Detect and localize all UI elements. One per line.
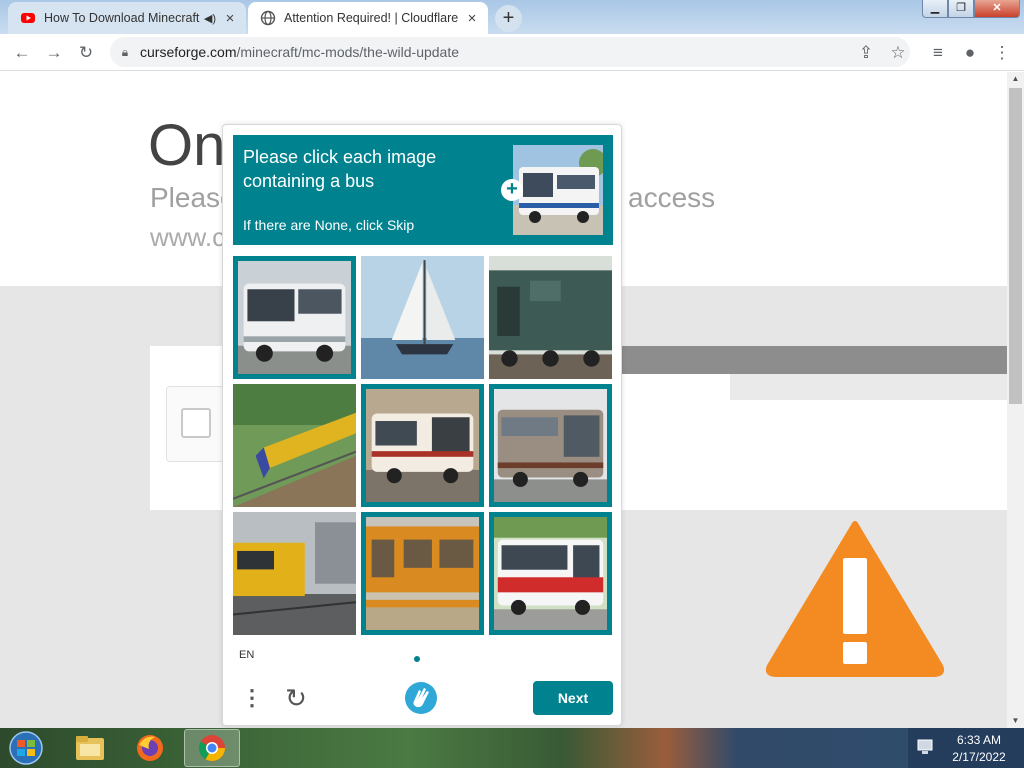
refresh-challenge-button[interactable]: ↻ [281,683,311,713]
train-image [489,256,612,379]
language-selector[interactable]: EN [239,649,254,661]
captcha-tile-bus[interactable] [489,384,612,507]
pagination-dot [414,656,420,662]
captcha-tile-bus[interactable] [489,512,612,635]
explorer-taskbar-button[interactable] [62,729,118,767]
captcha-tile-train[interactable] [233,512,356,635]
new-tab-button[interactable]: + [495,5,522,32]
url-path: /minecraft/mc-mods/the-wild-update [236,44,460,60]
bus-image [494,389,607,502]
next-button[interactable]: Next [533,681,613,715]
train-image [366,517,479,630]
bus-image [238,261,351,374]
browser-toolbar: ← → ↻ 🔒︎ curseforge.com /minecraft/mc-mo… [0,34,1024,71]
restore-button[interactable]: ❐ [948,0,974,18]
bus-image [366,389,479,502]
train-image [233,512,356,635]
scroll-thumb[interactable] [1009,88,1022,404]
challenge-bar-shadow [730,374,1007,400]
firefox-taskbar-button[interactable] [122,729,178,767]
page-scrollbar[interactable]: ▲ ▼ [1007,72,1024,728]
captcha-tile-bus[interactable] [361,384,484,507]
back-icon[interactable]: ← [10,41,34,65]
taskbar [0,728,1024,768]
sailboat-image [361,256,484,379]
hcaptcha-logo-icon [405,682,437,714]
browser-titlebar: How To Download Minecraft ◀) × Attention… [0,0,1024,34]
star-icon[interactable]: ☆ [886,41,910,65]
challenge-checkbox[interactable] [181,408,211,438]
prompt-title: Please click each image containing a bus [243,147,437,191]
youtube-icon [21,13,35,23]
close-tab-button[interactable]: × [462,10,482,27]
captcha-tile-train[interactable] [361,512,484,635]
network-icon[interactable] [916,738,934,756]
captcha-tile-train[interactable] [489,256,612,379]
firefox-icon [137,735,163,761]
close-window-button[interactable]: ✕ [974,0,1020,18]
url-host: curseforge.com [140,44,237,60]
address-bar[interactable]: 🔒︎ curseforge.com /minecraft/mc-mods/the… [110,37,910,67]
train-image [233,384,356,507]
bus-image [494,517,607,630]
chrome-taskbar-button[interactable] [184,729,240,767]
hcaptcha-challenge: Please click each image containing a bus… [222,124,622,726]
clock-time[interactable]: 6:33 AM [944,733,1014,747]
warning-icon [765,521,945,677]
forward-icon[interactable]: → [42,41,66,65]
challenge-bar [620,346,1007,374]
captcha-tile-bus[interactable] [233,256,356,379]
scroll-down-icon[interactable]: ▼ [1007,714,1024,728]
tab-title: How To Download Minecraft [44,11,200,25]
start-button-icon[interactable] [4,730,48,766]
prompt-hint: If there are None, click Skip [243,217,415,233]
lock-icon[interactable]: 🔒︎ [110,45,140,60]
share-icon[interactable]: ⇪ [854,41,878,65]
media-control-icon[interactable]: ≡ [926,41,950,65]
plus-icon[interactable]: + [501,179,523,201]
tab-cloudflare[interactable]: Attention Required! | Cloudflare × [248,2,488,34]
page-heading: On [148,113,226,178]
page-domain: www.c [150,222,226,252]
speaker-icon[interactable]: ◀) [204,12,216,25]
captcha-tile-sailboat[interactable] [361,256,484,379]
close-tab-button[interactable]: × [220,10,240,27]
reload-icon[interactable]: ↻ [74,41,98,65]
profile-icon[interactable]: ● [958,41,982,65]
chrome-icon [198,735,226,762]
menu-icon[interactable]: ⋮ [990,41,1014,65]
scroll-up-icon[interactable]: ▲ [1007,72,1024,86]
example-bus-image[interactable] [513,145,603,235]
explorer-icon [76,736,104,760]
page-subline-end: access [628,182,716,213]
globe-icon [260,10,276,26]
tab-youtube[interactable]: How To Download Minecraft ◀) × [8,2,246,34]
clock-date[interactable]: 2/17/2022 [944,750,1014,764]
captcha-prompt: Please click each image containing a bus… [233,135,613,245]
captcha-menu-button[interactable]: ⋮ [241,683,263,713]
captcha-tile-train[interactable] [233,384,356,507]
minimize-button[interactable]: ▁ [922,0,948,18]
tab-title: Attention Required! | Cloudflare [284,11,459,25]
